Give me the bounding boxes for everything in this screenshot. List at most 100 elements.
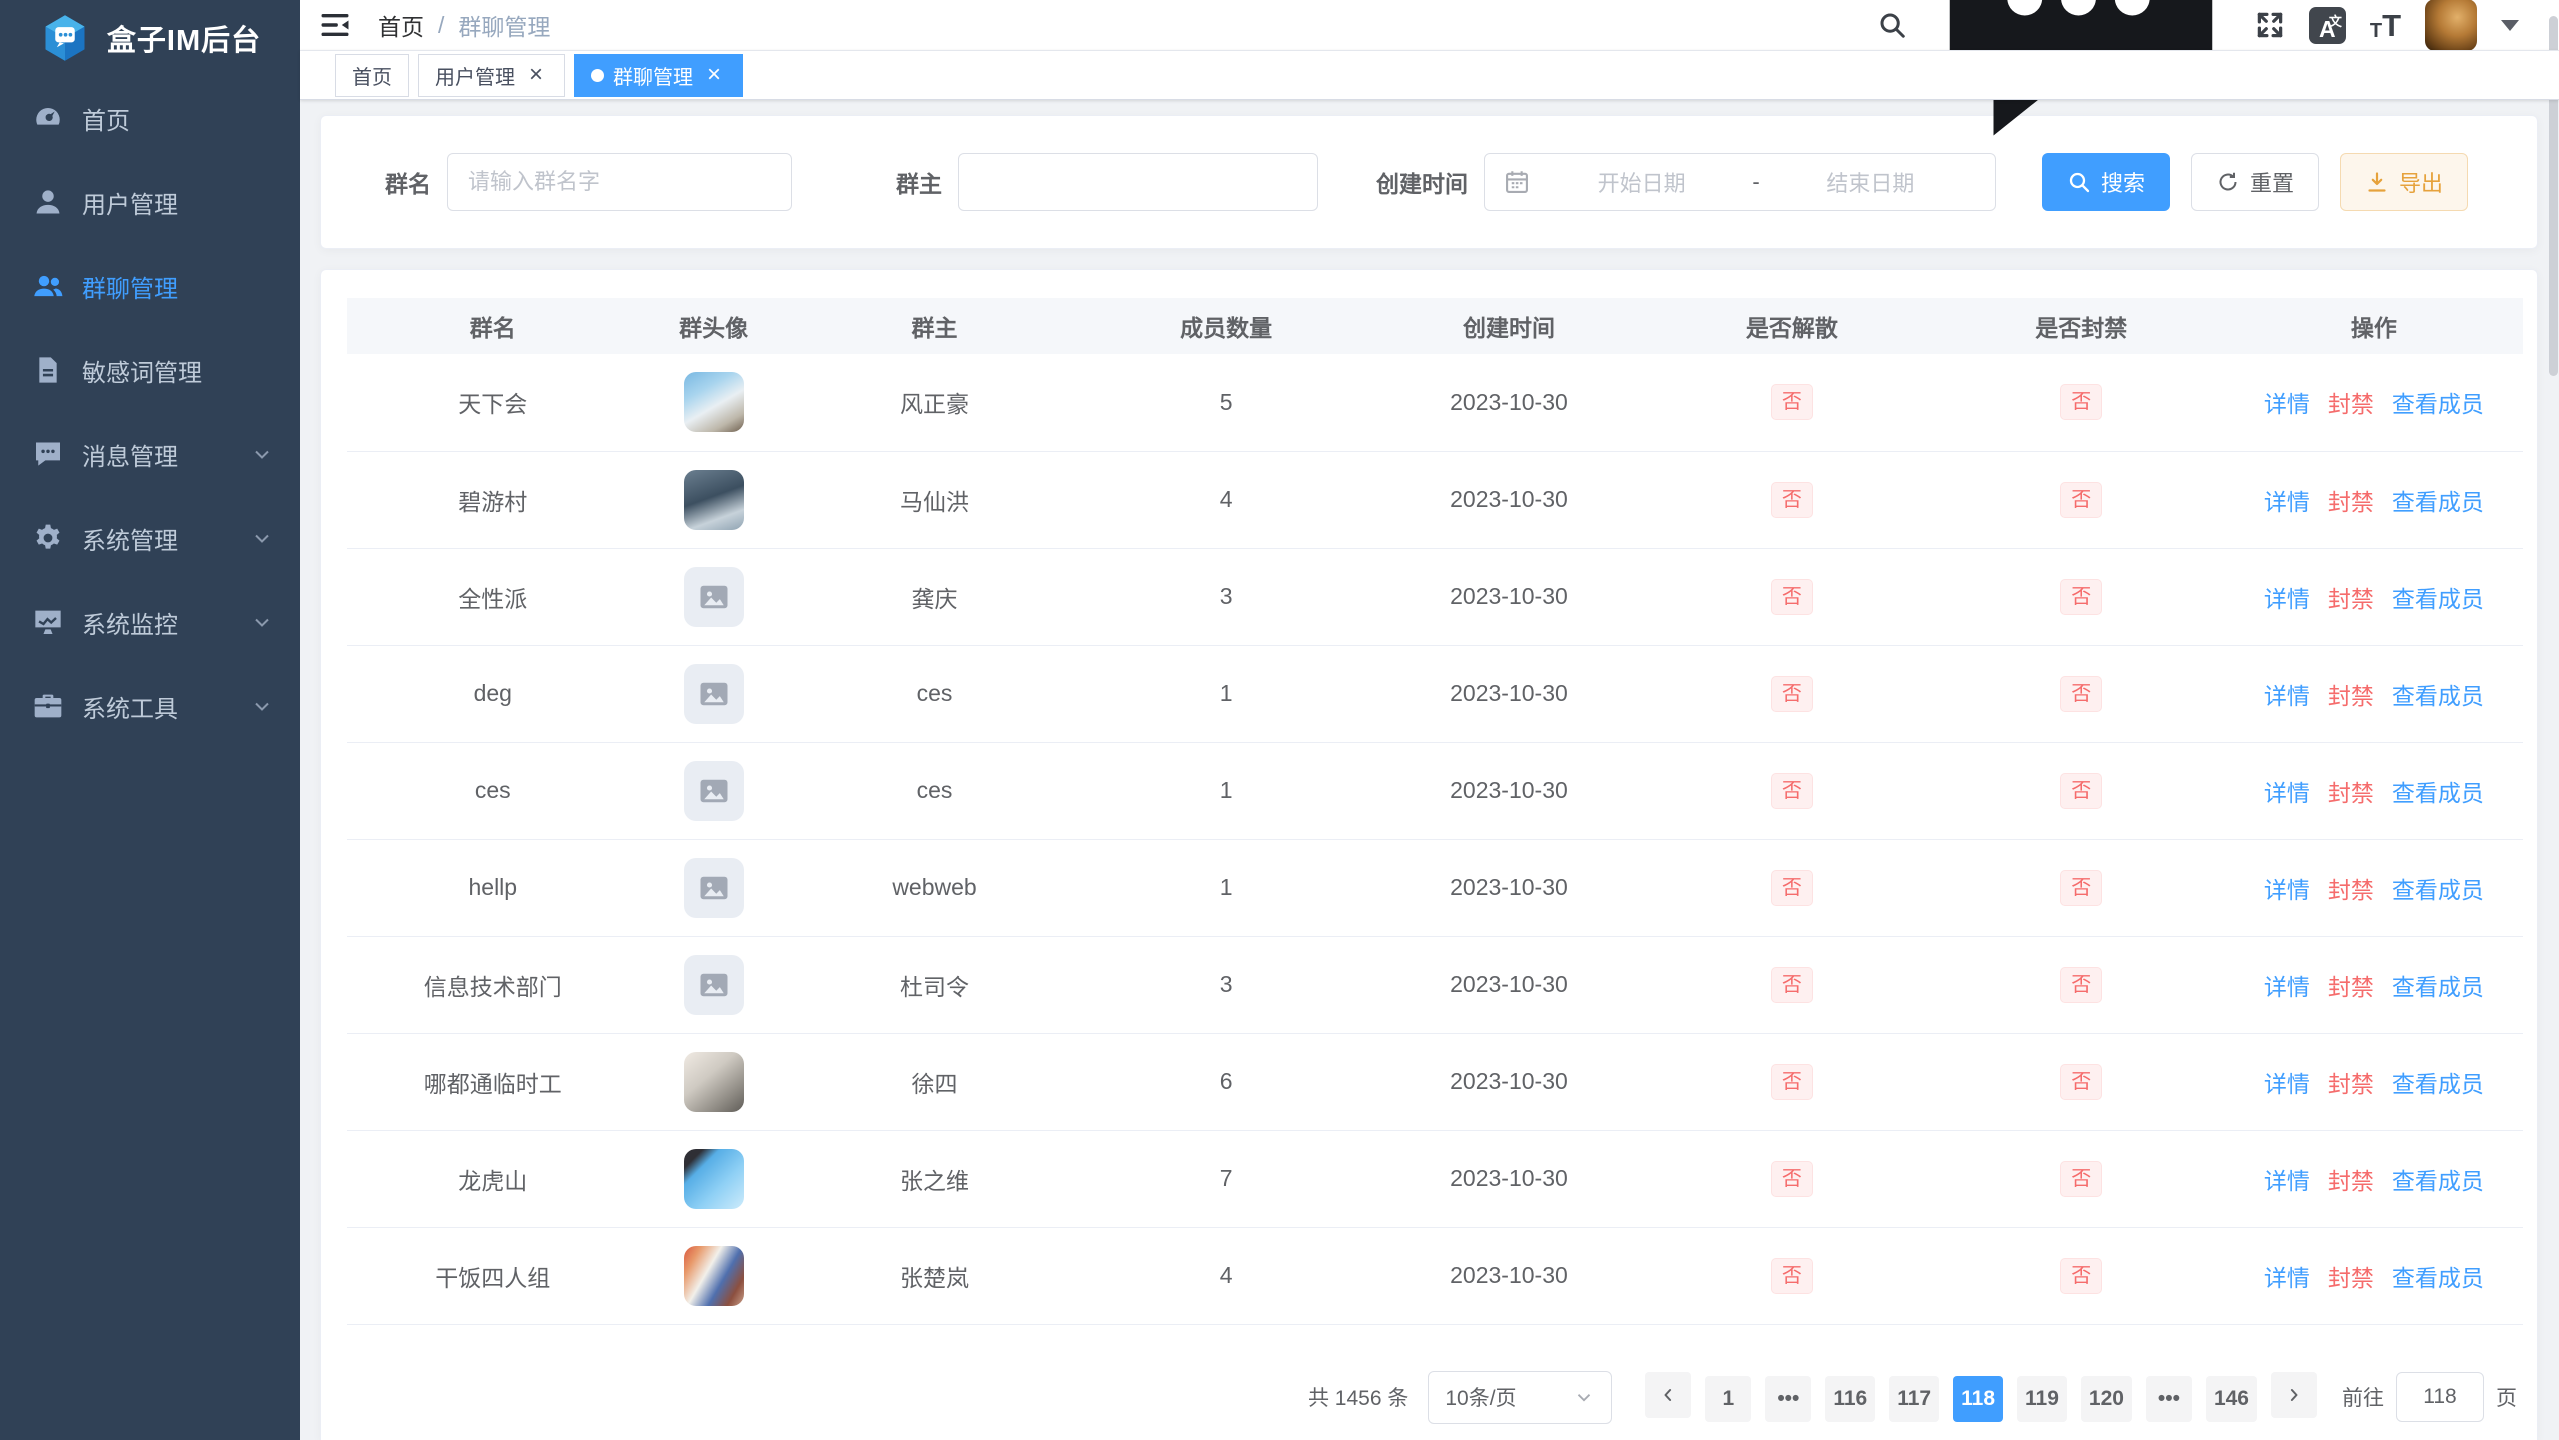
user-avatar[interactable]	[2425, 0, 2477, 51]
search-icon[interactable]	[1877, 10, 1907, 40]
next-page-button[interactable]	[2271, 1372, 2317, 1418]
ban-link[interactable]: 封禁	[2328, 586, 2374, 612]
ban-link[interactable]: 封禁	[2328, 780, 2374, 806]
breadcrumb: 首页 / 群聊管理	[378, 8, 550, 42]
detail-link[interactable]: 详情	[2264, 683, 2310, 709]
ban-link[interactable]: 封禁	[2328, 1168, 2374, 1194]
ban-link[interactable]: 封禁	[2328, 391, 2374, 417]
more-pages-button[interactable]: •••	[1765, 1376, 1811, 1422]
detail-link[interactable]: 详情	[2264, 877, 2310, 903]
ban-link[interactable]: 封禁	[2328, 1071, 2374, 1097]
view-members-link[interactable]: 查看成员	[2392, 1168, 2484, 1194]
banned-cell: 否	[1938, 451, 2225, 548]
detail-link[interactable]: 详情	[2264, 974, 2310, 1000]
detail-link[interactable]: 详情	[2264, 1071, 2310, 1097]
breadcrumb-home[interactable]: 首页	[378, 8, 424, 42]
group-avatar-cell	[639, 1033, 789, 1130]
sidebar-item-message-management[interactable]: 消息管理	[0, 412, 300, 496]
member-count-cell: 3	[1080, 548, 1372, 645]
start-date-placeholder[interactable]: 开始日期	[1535, 166, 1748, 198]
sidebar-item-system-monitor[interactable]: 系统监控	[0, 580, 300, 664]
users-icon	[32, 270, 64, 302]
page-button-116[interactable]: 116	[1825, 1376, 1875, 1422]
sidebar-item-label: 敏感词管理	[82, 353, 202, 388]
page-size-select[interactable]: 10条/页	[1428, 1371, 1612, 1424]
table-row: hellpwebweb12023-10-30否否详情封禁查看成员	[347, 839, 2523, 936]
language-icon[interactable]: A 文	[2309, 7, 2346, 44]
disbanded-cell: 否	[1646, 839, 1938, 936]
view-members-link[interactable]: 查看成员	[2392, 1071, 2484, 1097]
tab-group-management[interactable]: 群聊管理 ×	[574, 54, 743, 97]
disbanded-cell: 否	[1646, 645, 1938, 742]
view-members-link[interactable]: 查看成员	[2392, 974, 2484, 1000]
date-range-picker[interactable]: 开始日期 - 结束日期	[1484, 153, 1996, 211]
ban-link[interactable]: 封禁	[2328, 974, 2374, 1000]
disbanded-cell: 否	[1646, 742, 1938, 839]
view-members-link[interactable]: 查看成员	[2392, 1265, 2484, 1291]
page-button-146[interactable]: 146	[2206, 1376, 2257, 1422]
page-button-1[interactable]: 1	[1705, 1376, 1751, 1422]
pagination-total: 共 1456 条	[1308, 1382, 1408, 1412]
detail-link[interactable]: 详情	[2264, 391, 2310, 417]
sidebar-item-home[interactable]: 首页	[0, 76, 300, 160]
tab-close-icon[interactable]: ×	[524, 63, 548, 87]
group-name-input[interactable]	[447, 153, 792, 211]
ban-link[interactable]: 封禁	[2328, 1265, 2374, 1291]
page-button-118[interactable]: 118	[1953, 1376, 2003, 1422]
banned-tag: 否	[2060, 773, 2102, 809]
sidebar-fold-icon[interactable]	[318, 8, 352, 42]
tab-user-management[interactable]: 用户管理×	[418, 54, 565, 97]
sidebar-item-label: 用户管理	[82, 185, 178, 220]
page-button-120[interactable]: 120	[2081, 1376, 2132, 1422]
sidebar-item-group-management[interactable]: 群聊管理	[0, 244, 300, 328]
view-members-link[interactable]: 查看成员	[2392, 877, 2484, 903]
disbanded-tag: 否	[1771, 482, 1813, 518]
sidebar-item-sensitive-words[interactable]: 敏感词管理	[0, 328, 300, 412]
detail-link[interactable]: 详情	[2264, 1265, 2310, 1291]
group-owner-cell: ces	[789, 645, 1081, 742]
font-size-icon[interactable]: TT	[2370, 10, 2401, 41]
view-members-link[interactable]: 查看成员	[2392, 780, 2484, 806]
detail-link[interactable]: 详情	[2264, 1168, 2310, 1194]
created-time-cell: 2023-10-30	[1372, 742, 1646, 839]
app-logo[interactable]: 盒子IM后台	[0, 0, 300, 76]
group-owner-input[interactable]	[958, 153, 1318, 211]
tab-close-icon[interactable]: ×	[702, 63, 726, 87]
group-avatar-cell	[639, 742, 789, 839]
view-members-link[interactable]: 查看成员	[2392, 586, 2484, 612]
disbanded-tag: 否	[1771, 676, 1813, 712]
table-body: 天下会风正豪52023-10-30否否详情封禁查看成员碧游村马仙洪42023-1…	[347, 354, 2523, 1324]
group-owner-cell: 徐四	[789, 1033, 1081, 1130]
detail-link[interactable]: 详情	[2264, 780, 2310, 806]
sidebar-item-system-tools[interactable]: 系统工具	[0, 664, 300, 748]
ban-link[interactable]: 封禁	[2328, 489, 2374, 515]
tab-home[interactable]: 首页	[335, 54, 409, 97]
group-name-label: 群名	[385, 165, 431, 199]
fullscreen-icon[interactable]	[2255, 10, 2285, 40]
prev-page-button[interactable]	[1645, 1372, 1691, 1418]
sidebar-item-user-management[interactable]: 用户管理	[0, 160, 300, 244]
user-menu-caret-icon[interactable]	[2501, 20, 2519, 40]
tab-label: 群聊管理	[613, 61, 693, 90]
date-separator: -	[1748, 169, 1763, 195]
sidebar-item-label: 系统监控	[82, 605, 178, 640]
ban-link[interactable]: 封禁	[2328, 683, 2374, 709]
view-members-link[interactable]: 查看成员	[2392, 683, 2484, 709]
view-members-link[interactable]: 查看成员	[2392, 489, 2484, 515]
doc-icon	[32, 354, 64, 386]
table-row: 碧游村马仙洪42023-10-30否否详情封禁查看成员	[347, 451, 2523, 548]
goto-page-input[interactable]	[2396, 1372, 2484, 1422]
detail-link[interactable]: 详情	[2264, 586, 2310, 612]
page-button-119[interactable]: 119	[2017, 1376, 2067, 1422]
group-name-filter: 群名	[385, 153, 792, 211]
banned-cell: 否	[1938, 1227, 2225, 1324]
view-members-link[interactable]: 查看成员	[2392, 391, 2484, 417]
export-button[interactable]: 导出	[2340, 153, 2468, 211]
more-pages-button[interactable]: •••	[2146, 1376, 2192, 1422]
ban-link[interactable]: 封禁	[2328, 877, 2374, 903]
column-header: 是否解散	[1646, 298, 1938, 354]
detail-link[interactable]: 详情	[2264, 489, 2310, 515]
page-button-117[interactable]: 117	[1889, 1376, 1939, 1422]
sidebar-item-system-management[interactable]: 系统管理	[0, 496, 300, 580]
group-owner-label: 群主	[896, 165, 942, 199]
